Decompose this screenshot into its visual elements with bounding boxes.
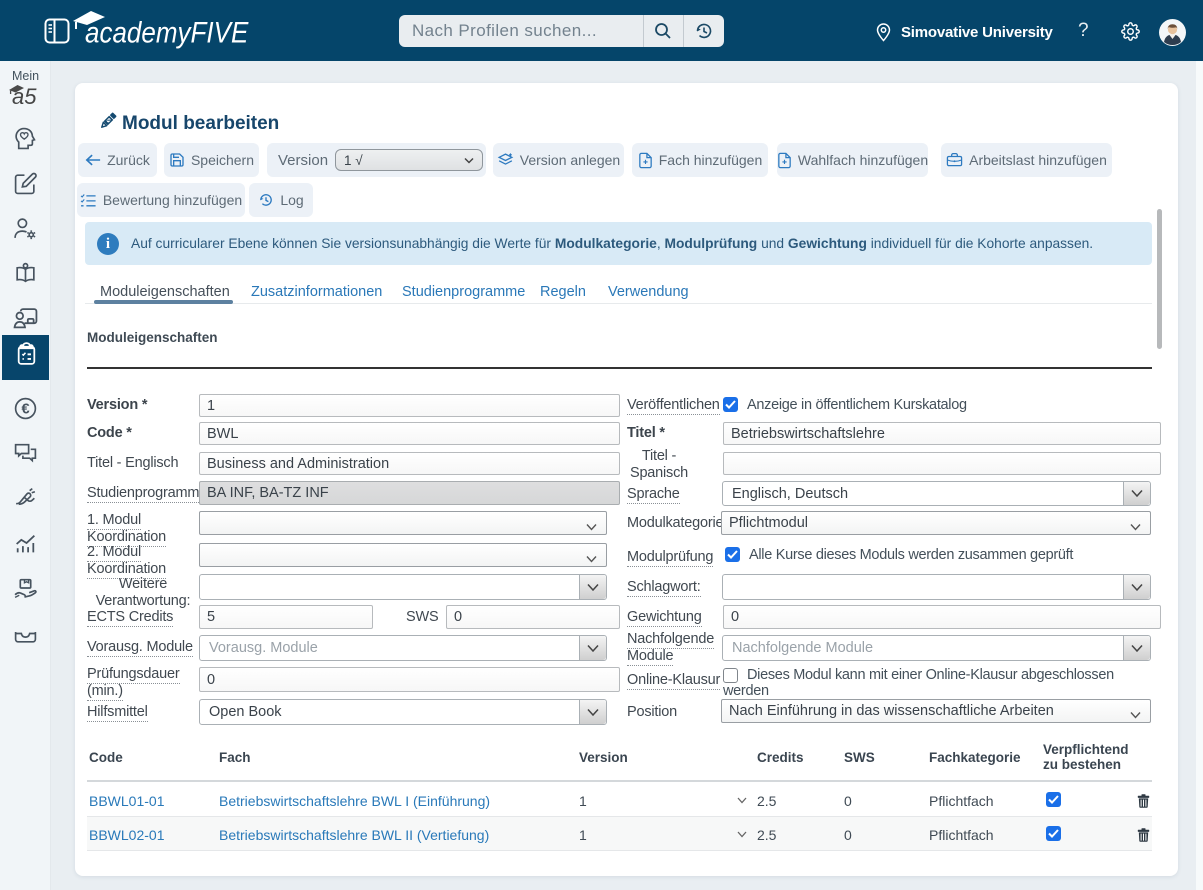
svg-text:€: €	[21, 402, 29, 418]
